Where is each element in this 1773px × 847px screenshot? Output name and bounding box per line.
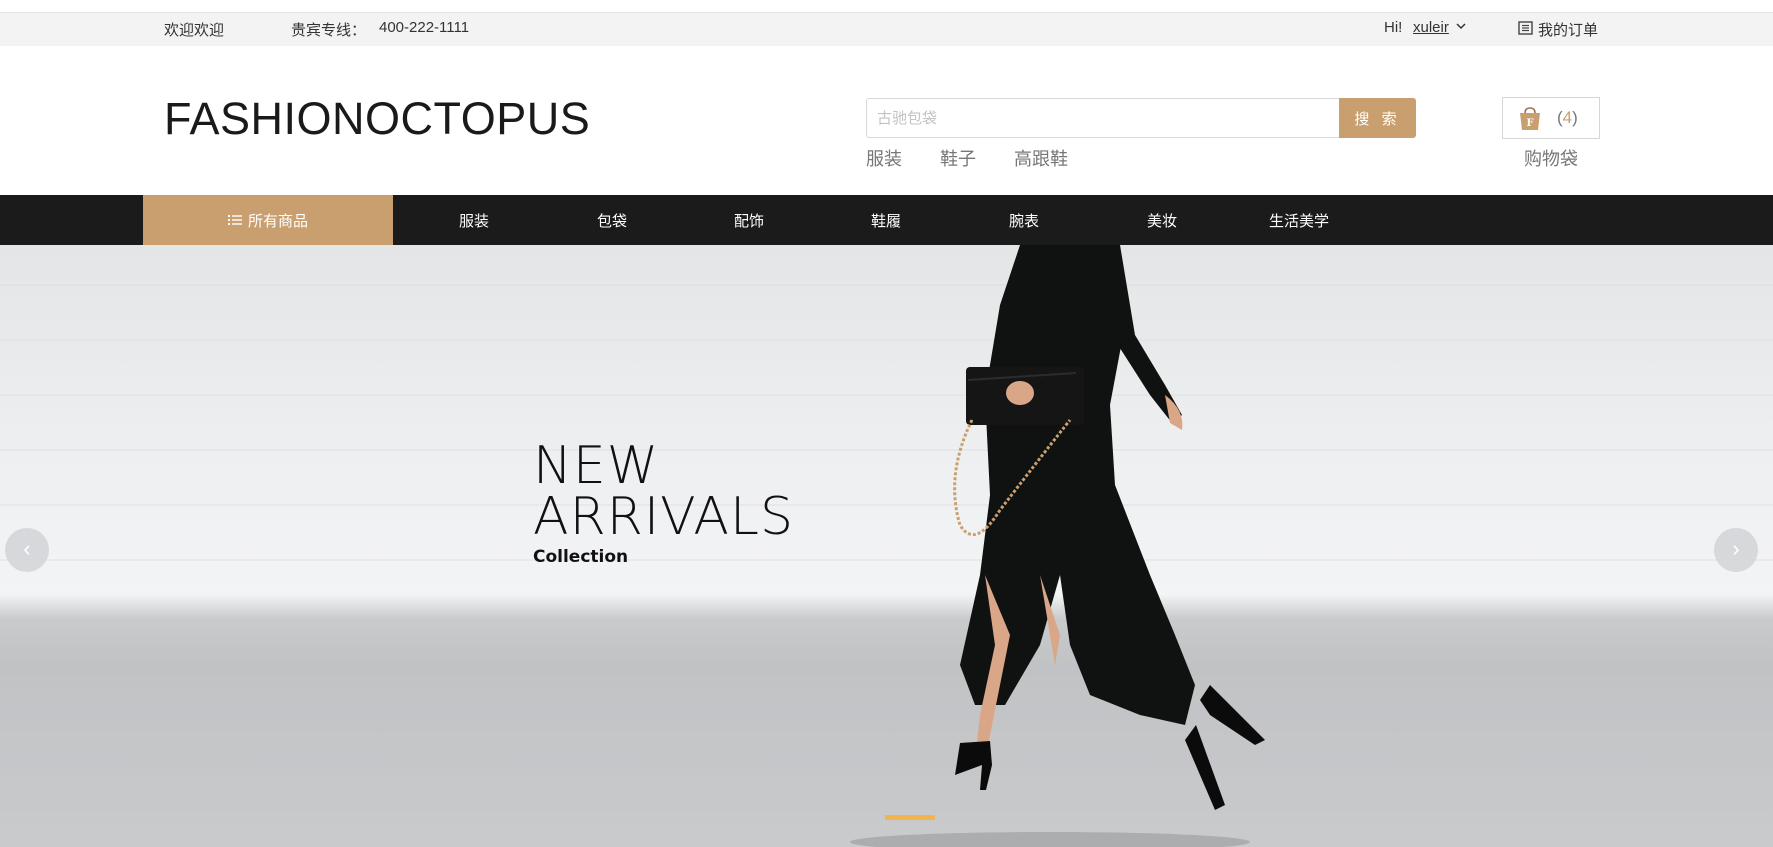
hot-tag-clothing[interactable]: 服装 [866, 149, 902, 169]
nav-item-beauty[interactable]: 美妆 [1147, 210, 1177, 231]
hero-banner[interactable]: NEW ARRIVALS Collection ‹ › [0, 245, 1773, 847]
hero-line-collection: Collection [533, 547, 629, 567]
search-input[interactable] [866, 98, 1340, 138]
nav-item-footwear[interactable]: 鞋履 [871, 210, 901, 231]
search-button[interactable]: 搜 索 [1339, 98, 1416, 138]
greeting-text: Hi! [1384, 19, 1403, 36]
hero-line-new: NEW [533, 436, 660, 496]
hero-model-image [0, 245, 1773, 847]
nav-item-watches[interactable]: 腕表 [1009, 210, 1039, 231]
hot-tag-high-heels[interactable]: 高跟鞋 [1014, 149, 1068, 169]
nav-item-bags[interactable]: 包袋 [597, 210, 627, 231]
hot-tag-shoes[interactable]: 鞋子 [940, 149, 976, 169]
next-arrow-icon[interactable]: › [1714, 528, 1758, 572]
my-orders-link[interactable]: 我的订单 [1538, 19, 1598, 40]
site-logo[interactable]: FASHIONOCTOPUS [164, 93, 590, 145]
hotline-label: 贵宾专线： [291, 22, 367, 39]
welcome-text: 欢迎欢迎 [164, 22, 225, 39]
shopping-bag-icon: F [1520, 107, 1540, 130]
nav-item-clothing[interactable]: 服装 [459, 210, 489, 231]
cart-button[interactable]: F (4) [1502, 97, 1600, 139]
all-products-label: 所有商品 [247, 212, 308, 230]
list-menu-icon [227, 215, 242, 225]
order-list-icon [1518, 21, 1533, 35]
top-bar: 欢迎欢迎 贵宾专线： 400-222-1111 Hi! xuleir 我的订单 [0, 0, 1773, 46]
nav-item-lifestyle[interactable]: 生活美学 [1269, 210, 1329, 231]
cart-label[interactable]: 购物袋 [1524, 145, 1578, 171]
svg-text:F: F [1526, 118, 1533, 129]
hot-search-tags: 服装 鞋子 高跟鞋 [866, 145, 1101, 171]
hotline-number: 400-222-1111 [379, 19, 470, 36]
cart-count: (4) [1557, 108, 1578, 127]
username-link[interactable]: xuleir [1413, 19, 1449, 36]
carousel-indicators [885, 815, 935, 820]
chevron-down-icon[interactable] [1455, 20, 1467, 32]
hero-headline: NEW ARRIVALS Collection [533, 436, 794, 567]
all-products-menu[interactable]: 所有商品 [143, 195, 393, 245]
prev-arrow-icon[interactable]: ‹ [5, 528, 49, 572]
carousel-dot-active[interactable] [885, 815, 935, 820]
nav-item-accessories[interactable]: 配饰 [734, 210, 764, 231]
hero-line-arrivals: ARRIVALS [533, 487, 794, 547]
main-nav: 所有商品 服装 包袋 配饰 鞋履 腕表 美妆 生活美学 [0, 195, 1773, 245]
